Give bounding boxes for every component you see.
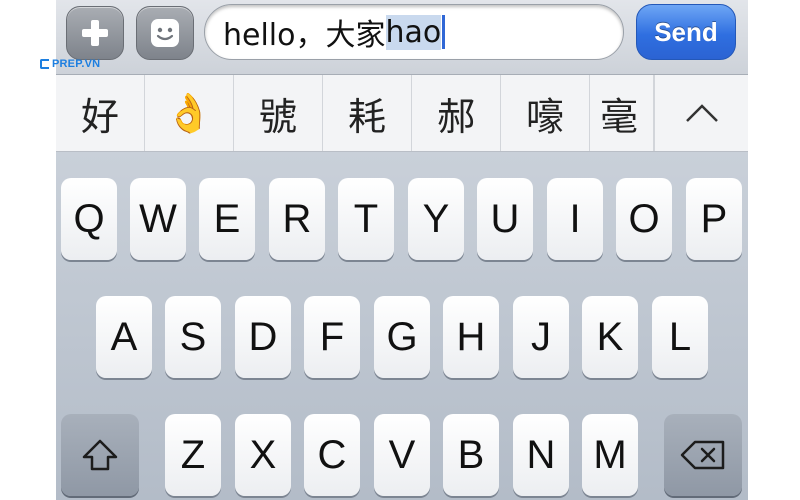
candidate-item[interactable]: 號 (234, 75, 323, 151)
candidate-item[interactable]: 毫 (590, 75, 654, 151)
brand-name: PREP.VN (52, 58, 101, 70)
plus-icon (82, 20, 108, 46)
message-text-field[interactable]: hello，大家 hao (204, 4, 624, 60)
key-j[interactable]: J (513, 296, 569, 378)
candidate-item[interactable]: 耗 (323, 75, 412, 151)
key-z[interactable]: Z (165, 414, 221, 496)
key-g[interactable]: G (374, 296, 430, 378)
key-l[interactable]: L (652, 296, 708, 378)
key-t[interactable]: T (338, 178, 394, 260)
key-u[interactable]: U (477, 178, 533, 260)
key-p[interactable]: P (686, 178, 742, 260)
phone-screen: hello，大家 hao Send 好 👌 號 耗 郝 嚎 毫 Q W E R T… (56, 0, 748, 500)
candidate-item[interactable]: 👌 (145, 75, 234, 151)
brand-logo-mark (40, 59, 49, 69)
shift-icon (82, 439, 118, 471)
key-k[interactable]: K (582, 296, 638, 378)
chevron-up-icon (685, 104, 718, 122)
candidate-item[interactable]: 嚎 (501, 75, 590, 151)
candidate-item[interactable]: 郝 (412, 75, 501, 151)
key-m[interactable]: M (582, 414, 638, 496)
key-y[interactable]: Y (408, 178, 464, 260)
key-c[interactable]: C (304, 414, 360, 496)
key-q[interactable]: Q (61, 178, 117, 260)
key-b[interactable]: B (443, 414, 499, 496)
backspace-icon (680, 440, 725, 470)
delete-key[interactable] (664, 414, 742, 496)
emoji-button[interactable] (136, 6, 194, 60)
key-f[interactable]: F (304, 296, 360, 378)
key-x[interactable]: X (235, 414, 291, 496)
add-attachment-button[interactable] (66, 6, 124, 60)
key-n[interactable]: N (513, 414, 569, 496)
candidate-item[interactable]: 好 (56, 75, 145, 151)
send-button[interactable]: Send (636, 4, 736, 60)
key-d[interactable]: D (235, 296, 291, 378)
key-h[interactable]: H (443, 296, 499, 378)
key-o[interactable]: O (616, 178, 672, 260)
key-e[interactable]: E (199, 178, 255, 260)
expand-candidates-button[interactable] (654, 75, 748, 151)
marked-pinyin-text: hao (385, 14, 442, 50)
key-w[interactable]: W (130, 178, 186, 260)
key-r[interactable]: R (269, 178, 325, 260)
key-v[interactable]: V (374, 414, 430, 496)
smiley-icon (151, 19, 179, 47)
candidate-bar: 好 👌 號 耗 郝 嚎 毫 (56, 75, 748, 152)
key-s[interactable]: S (165, 296, 221, 378)
committed-text: hello，大家 (223, 18, 386, 53)
message-input-bar: hello，大家 hao Send (56, 0, 748, 75)
brand-watermark: PREP.VN (40, 58, 100, 70)
text-cursor (442, 15, 446, 49)
shift-key[interactable] (61, 414, 139, 496)
key-i[interactable]: I (547, 178, 603, 260)
key-a[interactable]: A (96, 296, 152, 378)
keyboard: Q W E R T Y U I O P A S D F G H J K L Z … (56, 152, 748, 500)
